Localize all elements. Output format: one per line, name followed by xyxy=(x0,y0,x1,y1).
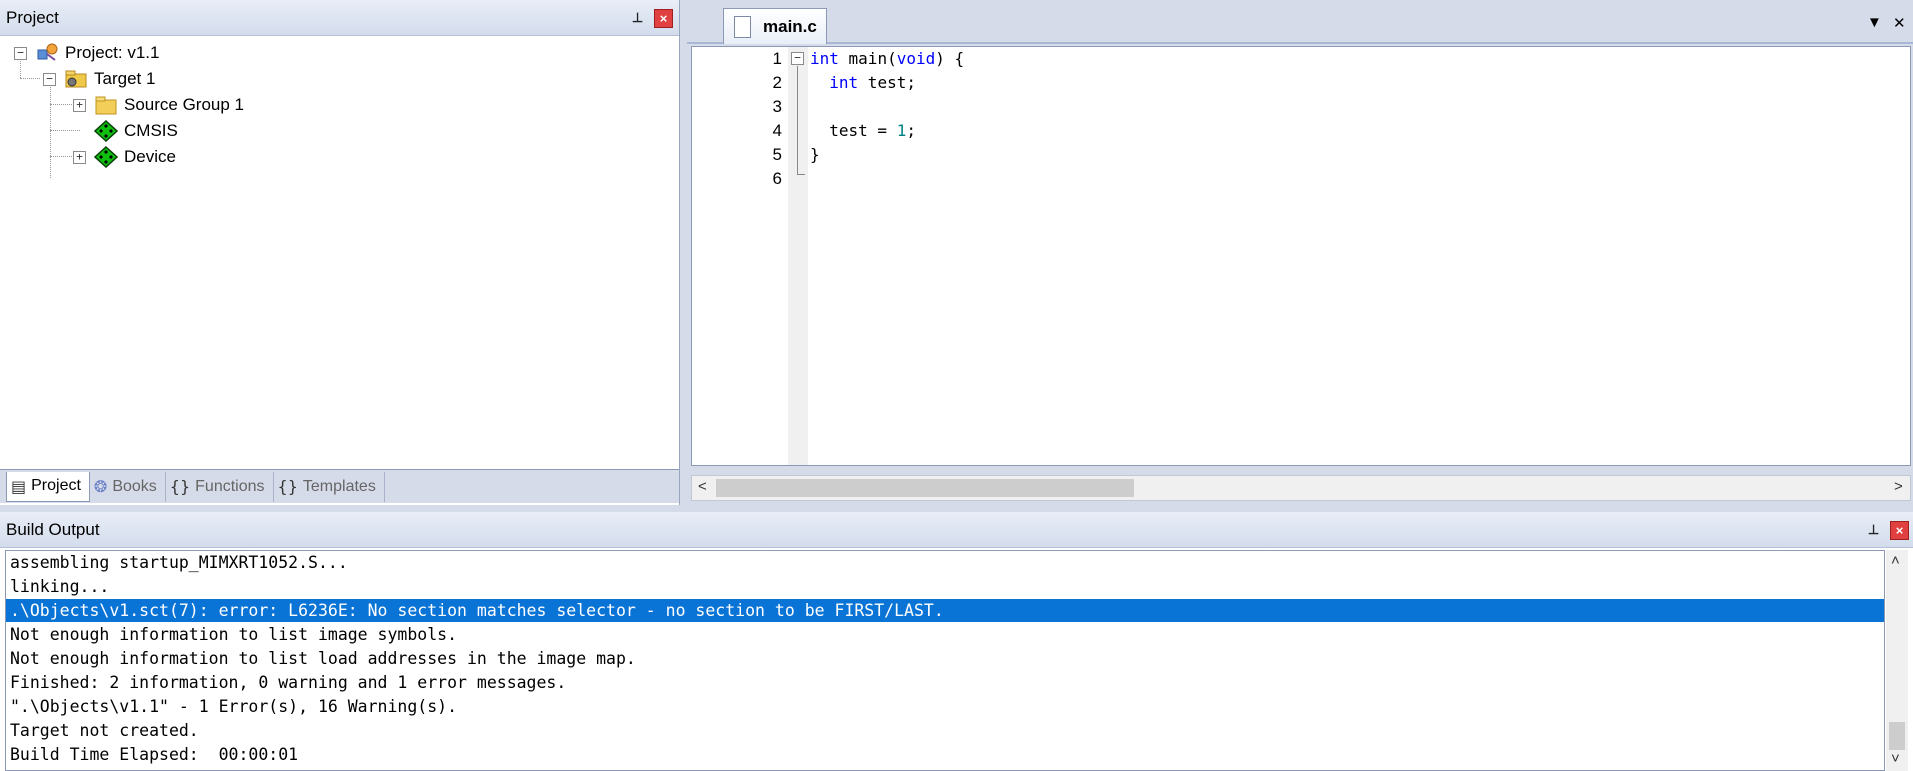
line-number: 4 xyxy=(772,121,782,140)
project-tab-icon: ▤ xyxy=(11,476,27,496)
code-line-2: int test; xyxy=(829,73,916,92)
project-panel: Project ⊥ × − Project: v1.1 − Target 1 +… xyxy=(0,0,680,505)
build-output-text[interactable]: assembling startup_MIMXRT1052.S... linki… xyxy=(5,550,1885,771)
close-panel-button[interactable]: × xyxy=(1890,521,1909,540)
expand-icon[interactable]: + xyxy=(73,98,86,112)
file-icon xyxy=(734,15,751,38)
tab-list-dropdown-icon[interactable]: ▼ xyxy=(1867,14,1882,31)
tree-item-label: Source Group 1 xyxy=(124,95,245,114)
close-tab-icon[interactable]: ✕ xyxy=(1893,14,1906,32)
line-number: 6 xyxy=(772,169,782,188)
tab-main-c[interactable]: main.c xyxy=(723,8,827,44)
scrollbar-thumb[interactable] xyxy=(716,479,1134,497)
pin-icon[interactable]: ⊥ xyxy=(628,9,647,28)
tree-item-target[interactable]: − Target 1 xyxy=(43,65,155,93)
collapse-icon[interactable]: − xyxy=(14,46,27,60)
scroll-up-icon[interactable]: ˄ xyxy=(1891,552,1900,569)
build-output-title: Build Output xyxy=(6,520,100,539)
code-line-5: } xyxy=(810,145,820,164)
books-icon: ❂ xyxy=(93,477,108,496)
tree-item-label: Target 1 xyxy=(94,69,156,88)
horizontal-scrollbar[interactable]: < > xyxy=(691,475,1911,501)
project-icon xyxy=(37,43,58,61)
close-panel-button[interactable]: × xyxy=(654,9,673,28)
pin-icon[interactable]: ⊥ xyxy=(1864,521,1883,540)
component-icon xyxy=(94,120,118,142)
tab-label: Functions xyxy=(195,477,265,495)
folder-icon xyxy=(95,96,117,115)
output-line: Not enough information to list image sym… xyxy=(10,625,458,644)
tree-item-cmsis[interactable]: CMSIS xyxy=(94,117,178,145)
line-number: 2 xyxy=(772,73,782,92)
line-number: 5 xyxy=(772,145,782,164)
tree-item-project[interactable]: − Project: v1.1 xyxy=(14,39,160,67)
build-output-header: Build Output ⊥ × xyxy=(0,512,1913,548)
build-output-panel: Build Output ⊥ × assembling startup_MIMX… xyxy=(0,512,1913,771)
output-line: Not enough information to list load addr… xyxy=(10,649,636,668)
scroll-down-icon[interactable]: ˅ xyxy=(1891,750,1900,767)
scroll-right-icon[interactable]: > xyxy=(1894,478,1903,495)
output-line: assembling startup_MIMXRT1052.S... xyxy=(10,553,348,572)
target-folder-icon xyxy=(65,70,87,88)
project-panel-title: Project xyxy=(6,8,59,27)
output-line: linking... xyxy=(10,577,110,596)
code-line-1: int main(void) { xyxy=(810,49,965,68)
editor-tab-strip: main.c ▼ ✕ xyxy=(687,4,1913,44)
output-line: Target not created. xyxy=(10,721,199,740)
tree-item-label: CMSIS xyxy=(124,121,178,140)
tab-books[interactable]: ❂ Books xyxy=(90,471,166,502)
scrollbar-thumb[interactable] xyxy=(1889,722,1905,750)
component-icon xyxy=(94,146,118,168)
fold-icon[interactable]: − xyxy=(791,52,804,65)
fold-margin: − xyxy=(788,47,808,465)
tree-item-device[interactable]: + Device xyxy=(73,143,176,171)
line-number-gutter: 1 2 3 4 5 6 xyxy=(692,47,788,465)
project-panel-header: Project ⊥ × xyxy=(0,0,679,36)
tree-item-label: Project: v1.1 xyxy=(65,43,160,62)
collapse-icon[interactable]: − xyxy=(43,72,56,86)
functions-icon: {} xyxy=(169,477,191,496)
tab-label: main.c xyxy=(763,16,817,36)
code-line-4: test = 1; xyxy=(810,121,916,140)
tab-templates[interactable]: {} Templates xyxy=(274,471,385,502)
templates-icon: {} xyxy=(277,477,298,496)
tab-label: Books xyxy=(112,477,157,495)
tab-label: Templates xyxy=(302,477,376,495)
tree-item-source-group[interactable]: + Source Group 1 xyxy=(73,91,244,119)
project-panel-tabs: ▤ Project ❂ Books {} Functions {} Templa… xyxy=(0,469,679,503)
line-number: 1 xyxy=(772,49,782,68)
code-editor: main.c ▼ ✕ 1 2 3 4 5 6 − int main(void) … xyxy=(687,4,1913,505)
tab-project[interactable]: ▤ Project xyxy=(6,471,90,502)
tab-label: Project xyxy=(31,477,81,494)
scroll-left-icon[interactable]: < xyxy=(698,478,707,495)
output-line-selected[interactable]: .\Objects\v1.sct(7): error: L6236E: No s… xyxy=(6,599,1884,622)
output-line: Build Time Elapsed: 00:00:01 xyxy=(10,745,299,764)
code-area[interactable]: 1 2 3 4 5 6 − int main(void) { int test;… xyxy=(691,46,1911,466)
line-number: 3 xyxy=(772,97,782,116)
vertical-scrollbar[interactable]: ˄ ˅ xyxy=(1886,550,1908,771)
output-line: Finished: 2 information, 0 warning and 1… xyxy=(10,673,567,692)
tree-item-label: Device xyxy=(124,147,176,166)
expand-icon[interactable]: + xyxy=(73,150,86,164)
tab-functions[interactable]: {} Functions xyxy=(166,471,274,502)
output-line: ".\Objects\v1.1" - 1 Error(s), 16 Warnin… xyxy=(10,697,458,716)
